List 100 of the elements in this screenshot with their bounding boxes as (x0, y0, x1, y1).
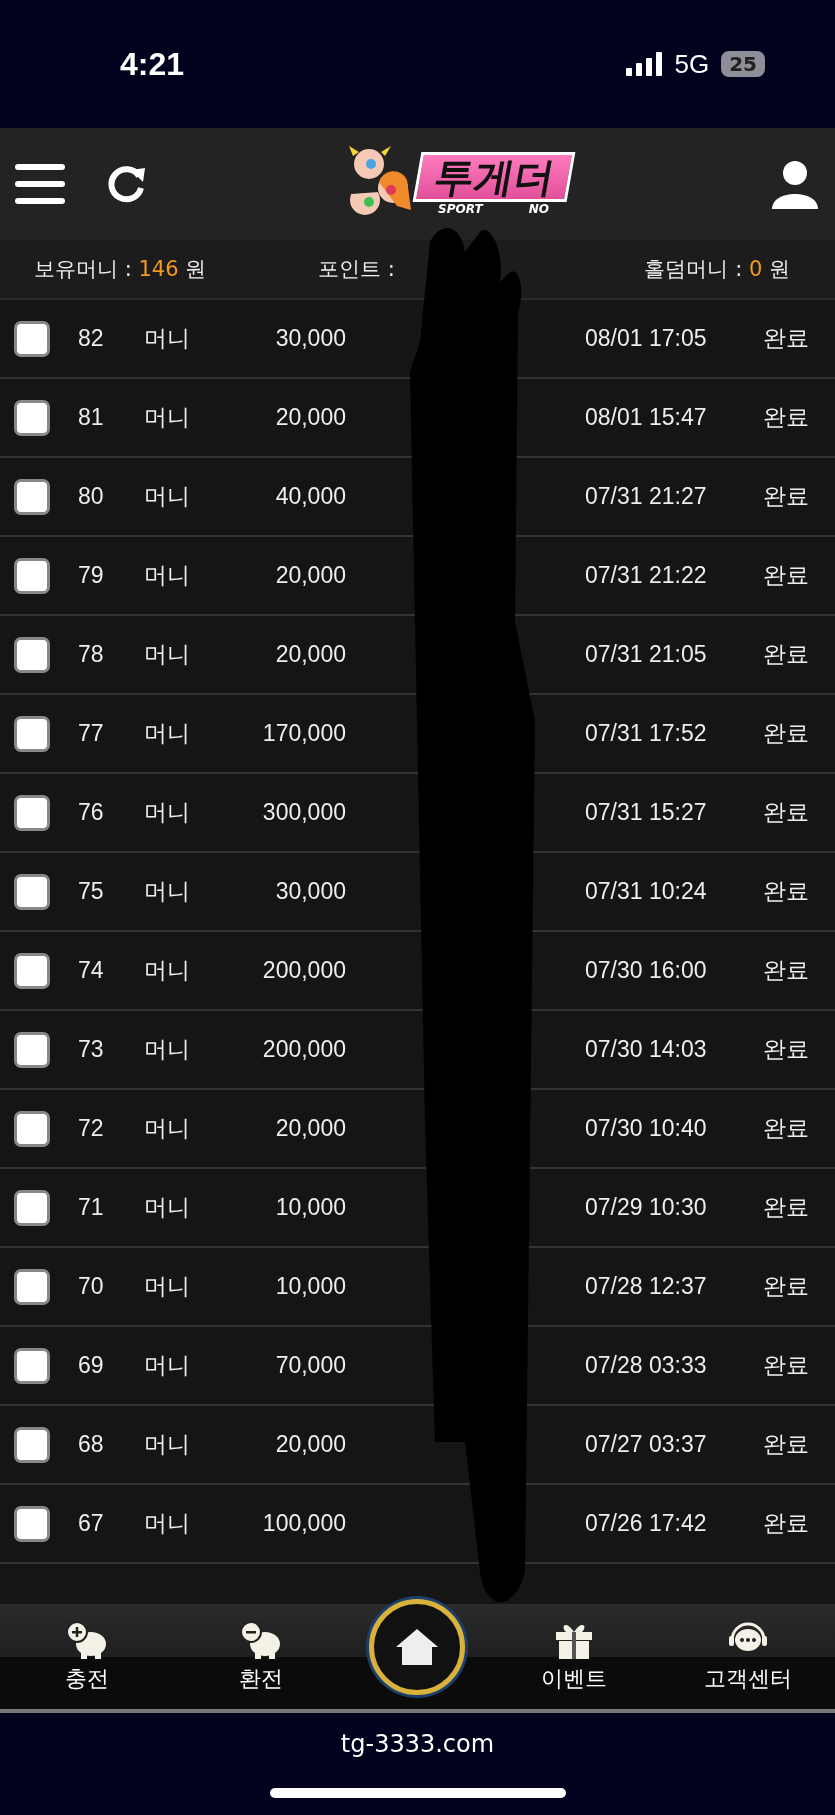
row-checkbox[interactable] (14, 1268, 50, 1305)
row-amount: 20,000 (274, 1431, 346, 1458)
row-checkbox[interactable] (14, 1505, 50, 1542)
row-amount: 20,000 (274, 1115, 346, 1142)
nav-button[interactable]: 충전 (21, 1618, 152, 1695)
row-type: 머니 (144, 1430, 191, 1459)
row-type: 머니 (144, 877, 191, 906)
row-number: 76 (78, 799, 105, 826)
row-amount: 100,000 (261, 1510, 346, 1537)
row-type: 머니 (144, 403, 191, 432)
row-amount: 300,000 (261, 799, 346, 826)
row-checkbox[interactable] (14, 1426, 50, 1463)
row-number: 74 (78, 957, 105, 984)
row-amount: 200,000 (261, 1036, 346, 1063)
row-date: 07/28 12:37 (585, 1273, 708, 1300)
balance-text: 보유머니 : 146 원 (34, 256, 208, 283)
row-status: 완료 (763, 403, 810, 432)
row-type: 머니 (144, 324, 191, 353)
row-checkbox[interactable] (14, 320, 50, 357)
row-amount: 200,000 (261, 957, 346, 984)
row-status: 완료 (763, 877, 810, 906)
row-number: 75 (78, 878, 105, 905)
url-text: tg-3333.com (340, 1730, 495, 1758)
nav-button[interactable]: 고객센터 (683, 1618, 814, 1695)
battery-level: 25 (721, 51, 765, 77)
row-checkbox[interactable] (14, 873, 50, 910)
row-amount: 30,000 (274, 878, 346, 905)
row-date: 07/27 03:37 (585, 1431, 708, 1458)
row-status: 완료 (763, 1430, 810, 1459)
row-status: 완료 (763, 640, 810, 669)
row-number: 81 (78, 404, 105, 431)
row-checkbox[interactable] (14, 952, 50, 989)
row-date: 07/31 21:22 (585, 562, 708, 589)
row-type: 머니 (144, 1035, 191, 1064)
row-status: 완료 (763, 1509, 810, 1538)
row-type: 머니 (144, 1351, 191, 1380)
network-label: 5G (674, 48, 710, 80)
row-status: 완료 (763, 1035, 810, 1064)
row-type: 머니 (144, 1509, 191, 1538)
row-checkbox[interactable] (14, 1347, 50, 1384)
row-number: 79 (78, 562, 105, 589)
row-date: 07/31 21:05 (585, 641, 708, 668)
row-date: 07/30 14:03 (585, 1036, 708, 1063)
row-number: 69 (78, 1352, 105, 1379)
row-date: 07/29 10:30 (585, 1194, 708, 1221)
row-amount: 20,000 (274, 562, 346, 589)
row-checkbox[interactable] (14, 1031, 50, 1068)
row-date: 08/01 17:05 (585, 325, 708, 352)
row-status: 완료 (763, 1351, 810, 1380)
row-date: 07/31 21:27 (585, 483, 708, 510)
row-status: 완료 (763, 324, 810, 353)
row-number: 73 (78, 1036, 105, 1063)
row-number: 82 (78, 325, 105, 352)
row-status: 완료 (763, 798, 810, 827)
row-amount: 20,000 (274, 404, 346, 431)
row-type: 머니 (144, 956, 191, 985)
row-checkbox[interactable] (14, 478, 50, 515)
row-number: 77 (78, 720, 105, 747)
user-icon[interactable] (770, 159, 820, 209)
row-number: 78 (78, 641, 105, 668)
row-type: 머니 (144, 798, 191, 827)
nav-button[interactable]: 이벤트 (509, 1618, 640, 1695)
row-date: 07/31 10:24 (585, 878, 708, 905)
row-amount: 20,000 (274, 641, 346, 668)
row-checkbox[interactable] (14, 715, 50, 752)
row-number: 68 (78, 1431, 105, 1458)
row-checkbox[interactable] (14, 794, 50, 831)
row-status: 완료 (763, 1193, 810, 1222)
row-number: 70 (78, 1273, 105, 1300)
row-number: 80 (78, 483, 105, 510)
row-status: 완료 (763, 482, 810, 511)
logo-subtitle: NO (528, 202, 549, 216)
logo-subtitle: SPORT (438, 202, 483, 216)
row-type: 머니 (144, 640, 191, 669)
logo-title: 투게더 (412, 152, 575, 202)
row-number: 67 (78, 1510, 105, 1537)
row-status: 완료 (763, 561, 810, 590)
row-status: 완료 (763, 1272, 810, 1301)
row-status: 완료 (763, 956, 810, 985)
refresh-icon[interactable] (107, 164, 147, 204)
row-date: 07/28 03:33 (585, 1352, 708, 1379)
row-date: 07/26 17:42 (585, 1510, 708, 1537)
row-date: 07/31 17:52 (585, 720, 708, 747)
row-status: 완료 (763, 1114, 810, 1143)
row-checkbox[interactable] (14, 1110, 50, 1147)
nav-button[interactable]: 환전 (195, 1618, 326, 1695)
row-checkbox[interactable] (14, 399, 50, 436)
row-amount: 30,000 (274, 325, 346, 352)
menu-icon[interactable] (15, 162, 65, 206)
row-date: 08/01 15:47 (585, 404, 708, 431)
row-type: 머니 (144, 1114, 191, 1143)
row-checkbox[interactable] (14, 557, 50, 594)
row-amount: 170,000 (261, 720, 346, 747)
row-number: 71 (78, 1194, 105, 1221)
row-checkbox[interactable] (14, 1189, 50, 1226)
row-checkbox[interactable] (14, 636, 50, 673)
clock-time: 4:21 (120, 45, 185, 83)
row-status: 완료 (763, 719, 810, 748)
row-amount: 10,000 (274, 1273, 346, 1300)
row-number: 72 (78, 1115, 105, 1142)
